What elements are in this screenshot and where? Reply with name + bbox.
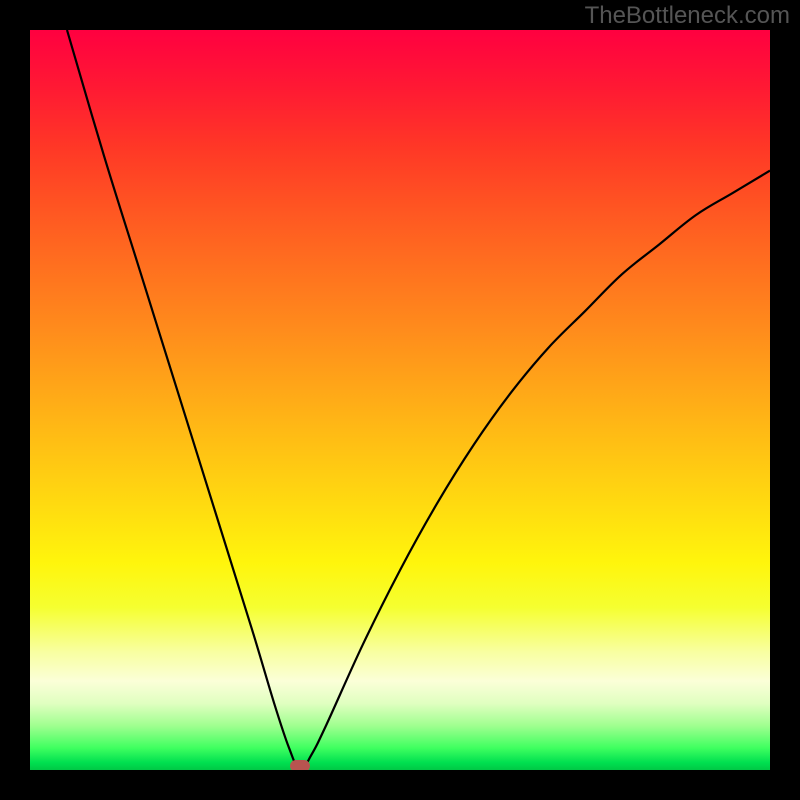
bottleneck-curve [67, 30, 770, 770]
curve-svg [30, 30, 770, 770]
watermark-text: TheBottleneck.com [585, 2, 790, 30]
optimal-point-marker [290, 760, 310, 770]
chart-plot-area [30, 30, 770, 770]
